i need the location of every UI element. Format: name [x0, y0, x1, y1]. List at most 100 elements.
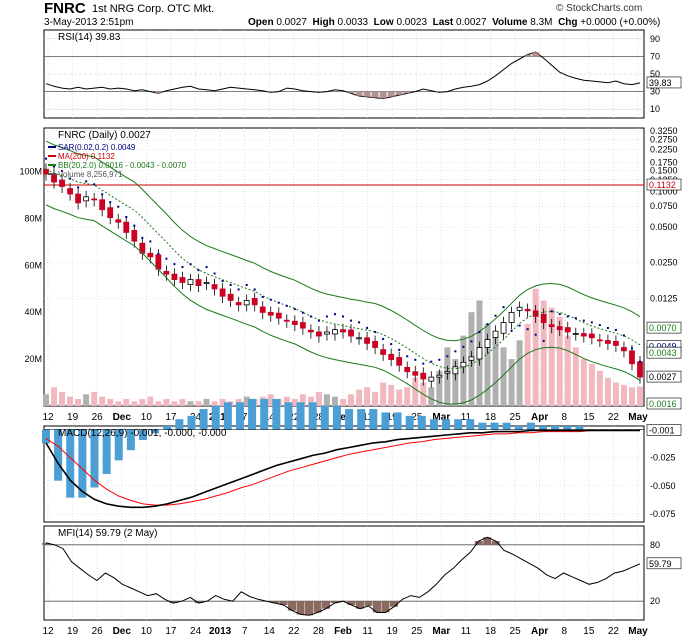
candle-body — [324, 331, 330, 335]
x-axis-label-bottom: 11 — [362, 626, 373, 637]
candle-body — [396, 357, 403, 366]
candle-body — [283, 319, 290, 322]
x-axis-label-bottom: 10 — [141, 626, 153, 637]
candle-body — [348, 329, 354, 337]
volume-bar — [628, 387, 635, 406]
rsi-last-value: 39.83 — [649, 78, 672, 88]
sar-dot — [534, 333, 537, 336]
price-tick-label: 0.0750 — [650, 201, 678, 211]
volume-bar — [588, 363, 595, 406]
sar-dot — [550, 310, 553, 313]
candle-body — [637, 361, 643, 378]
sar-dot — [181, 266, 184, 269]
candle-body — [588, 333, 595, 339]
rsi-oversold-fill — [347, 91, 355, 94]
macd-histogram-bar — [272, 398, 281, 430]
volume-bar — [67, 396, 74, 406]
x-axis-label-bottom: 25 — [510, 626, 522, 637]
x-axis-label-bottom: 26 — [92, 626, 104, 637]
macd-tick-label: -0.075 — [650, 509, 676, 519]
sar-dot — [45, 157, 47, 160]
candle-body — [332, 329, 338, 335]
candle-body — [51, 173, 57, 183]
candle-body — [59, 179, 65, 187]
candle-body — [227, 293, 234, 301]
macd-last-value: -0.001 — [649, 426, 675, 436]
candle-body — [404, 366, 411, 373]
price-legend-entry: Volume 8,256,971 — [58, 170, 123, 179]
candle-body — [316, 331, 322, 337]
macd-histogram-bar — [357, 409, 366, 430]
volume-tick-label: 100M — [19, 166, 42, 176]
volume-bar — [171, 401, 178, 406]
candle-body — [307, 329, 314, 333]
volume-bar — [508, 359, 515, 406]
rsi-oversold-fill — [315, 91, 323, 93]
x-axis-label-bottom: 7 — [242, 626, 248, 637]
volume-bar — [187, 401, 194, 406]
sar-dot — [261, 295, 264, 298]
candle-body — [468, 356, 475, 361]
candle-body — [211, 284, 218, 290]
volume-bar — [75, 398, 82, 406]
sar-dot — [125, 216, 128, 219]
volume-bar — [315, 391, 322, 406]
candle-body — [75, 193, 82, 204]
sar-dot — [293, 308, 296, 311]
x-axis-label: 22 — [608, 412, 620, 423]
sar-dot — [245, 283, 248, 286]
sar-dot — [301, 311, 304, 314]
candle-body — [380, 349, 387, 355]
price-tick-label: 0.2750 — [650, 134, 678, 144]
rsi-oversold-fill — [403, 91, 411, 94]
candle-body — [436, 374, 443, 378]
candle-body — [564, 327, 571, 333]
volume-bar — [612, 382, 619, 406]
candle-body — [107, 207, 114, 219]
price-title: FNRC (Daily) 0.0027 — [58, 130, 151, 141]
sar-dot — [133, 224, 136, 227]
candle-body — [267, 312, 274, 316]
volume-bar — [323, 394, 330, 406]
candle-body — [621, 347, 627, 352]
volume-bar — [91, 391, 98, 406]
volume-tick-label: 20M — [24, 354, 42, 364]
candle-body — [629, 350, 635, 365]
rsi-oversold-fill — [154, 91, 162, 94]
candle-body — [524, 308, 531, 312]
sar-dot — [285, 304, 288, 307]
candle-body — [516, 306, 523, 311]
volume-bar — [203, 398, 210, 406]
macd-histogram-bar — [260, 398, 269, 430]
macd-histogram-bar — [381, 412, 390, 430]
volume-bar — [580, 359, 587, 406]
candle-body — [452, 366, 459, 375]
sar-dot — [277, 301, 280, 304]
x-axis-label-bottom: 22 — [608, 626, 620, 637]
macd-histogram-bar — [284, 402, 293, 430]
x-axis-label: 18 — [485, 412, 497, 423]
sar-dot — [253, 288, 256, 291]
x-axis-label-bottom: 19 — [387, 626, 399, 637]
macd-histogram-bar — [466, 419, 475, 430]
candle-body — [235, 302, 242, 306]
candle-body — [171, 273, 178, 280]
price-value-tag: 0.0027 — [649, 372, 677, 382]
candle-body — [187, 279, 194, 285]
volume-bar — [59, 391, 66, 406]
volume-bar — [83, 394, 90, 406]
price-value-tag: 0.0043 — [649, 348, 677, 358]
x-axis-label-bottom: 2013 — [209, 626, 232, 637]
macd-histogram-bar — [248, 398, 257, 430]
sar-dot — [446, 355, 449, 358]
sar-dot — [414, 358, 417, 361]
mfi-oversold-fill — [296, 601, 305, 615]
candle-body — [299, 322, 306, 329]
rsi-oversold-fill — [435, 91, 443, 93]
sar-dot — [342, 315, 344, 318]
macd-histogram-bar — [490, 422, 499, 430]
candle-body — [91, 198, 98, 201]
sar-dot — [398, 348, 401, 351]
sar-dot — [502, 306, 505, 309]
candle-body — [500, 322, 507, 334]
